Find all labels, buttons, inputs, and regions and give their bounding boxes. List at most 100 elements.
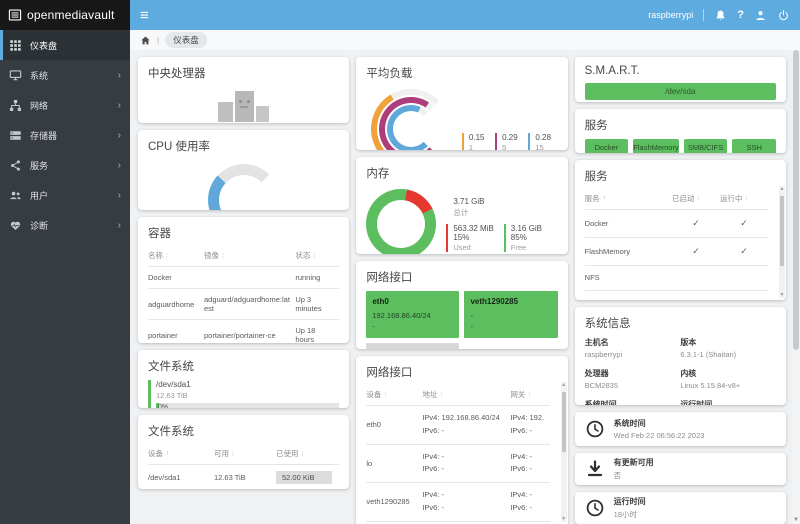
column-header[interactable]: 状态∶ [295, 250, 339, 261]
table-row[interactable]: Docker ✓ ✓ [585, 209, 768, 237]
network-interfaces-table: 设备∶ 地址∶ 网关∶ eth0 IPv4: 192.168.86.40/24I… [366, 386, 557, 524]
card-mini-title: 有更新可用 [614, 457, 654, 468]
sidebar-item-network[interactable]: 网络 › [0, 90, 130, 120]
load-legend: 0.15 1 min 0.29 5 min 0.28 15 min [462, 133, 558, 150]
filesystem-progress-bar: 0% [156, 403, 339, 408]
memory-card: 内存 3.71 GiB 总计 563.32 MiB 15% [356, 157, 567, 254]
network-interfaces-status-card: 网络接口 eth0 192.168.86.40/24 - veth1290285… [356, 261, 567, 349]
app-logo[interactable]: openmediavault [0, 0, 130, 30]
breadcrumb: | 仪表盘 [130, 30, 800, 50]
chevron-right-icon: › [118, 190, 121, 201]
table-row[interactable]: wlan0 IPv4: -IPv6: - IPv4: -IPv6: - [366, 521, 549, 524]
column-header[interactable]: 镜像∶ [204, 250, 295, 261]
legend-item-15min: 0.28 15 min [528, 133, 557, 150]
column-header[interactable]: 已启动∶ [672, 193, 720, 204]
storage-icon [9, 129, 22, 142]
column-1: 中央处理器 CPU 使用率 65.8% 容器 [138, 57, 349, 524]
sidebar-nav: 仪表盘 系统 › 网络 › 存储器 › 服务 [0, 30, 130, 524]
sidebar-item-label: 服务 [30, 159, 48, 172]
interface-box-wlan0[interactable]: wlan0 - - [366, 343, 459, 350]
home-icon[interactable] [140, 35, 151, 46]
sidebar-item-storage[interactable]: 存储器 › [0, 120, 130, 150]
logo-text: openmediavault [27, 8, 115, 22]
clock-icon [585, 498, 605, 518]
system-time-card: 系统时间 Wed Feb 22 06:56:22 2023 [575, 412, 786, 446]
uptime-card: 运行时间 18小时 [575, 492, 786, 524]
topbar-divider [703, 9, 704, 21]
breadcrumb-current[interactable]: 仪表盘 [165, 32, 207, 48]
table-scrollbar[interactable]: ▲ ▼ [779, 186, 785, 298]
table-row[interactable]: FlashMemory ✓ ✓ [585, 237, 768, 265]
column-header[interactable]: 运行中∶ [720, 193, 768, 204]
card-title: S.M.A.R.T. [585, 65, 776, 77]
column-header[interactable]: 地址∶ [422, 389, 510, 400]
load-average-gauge [370, 89, 452, 150]
table-row[interactable]: portainer portainer/portainer-ce Up 18 h… [148, 319, 339, 343]
sidebar-item-label: 网络 [30, 99, 48, 112]
sidebar-item-diagnostics[interactable]: 诊断 › [0, 210, 130, 240]
check-icon: ✓ [672, 218, 720, 229]
smart-device-status[interactable]: /dev/sda [585, 83, 776, 100]
sidebar-item-users[interactable]: 用户 › [0, 180, 130, 210]
interface-box-veth1290285[interactable]: veth1290285 - - [464, 291, 557, 338]
card-title: 平均负载 [366, 65, 557, 81]
chevron-right-icon: › [118, 100, 121, 111]
users-icon [9, 189, 22, 202]
table-scrollbar[interactable]: ▲ ▼ [561, 382, 567, 522]
notifications-bell-icon[interactable] [714, 9, 727, 22]
memory-legend: 3.71 GiB 总计 563.32 MiB 15% Used 3.16 GiB [446, 197, 542, 252]
card-title: 网络接口 [366, 269, 557, 285]
column-header[interactable]: 已使用∶ [276, 448, 339, 459]
table-row[interactable]: adguardhome adguard/adguardhome:latest U… [148, 288, 339, 319]
filesystem-table-card: 文件系统 设备↑ 可用∶ 已使用∶ /dev/sda1 12.63 TiB 52… [138, 415, 349, 489]
network-icon [9, 99, 22, 112]
services-table-card: 服务 服务↑ 已启动∶ 运行中∶ Docker ✓ ✓ FlashMemory [575, 160, 786, 300]
table-row[interactable]: lo IPv4: -IPv6: - IPv4: -IPv6: - [366, 444, 549, 483]
column-2: 平均负载 0.15 1 min 0.29 5 m [356, 57, 567, 524]
card-title: 网络接口 [366, 364, 557, 380]
power-icon[interactable] [777, 9, 790, 22]
sidebar-item-dashboard[interactable]: 仪表盘 [0, 30, 130, 60]
service-badge-smbcifs[interactable]: SMB/CIFS [684, 139, 728, 152]
sidebar-item-services[interactable]: 服务 › [0, 150, 130, 180]
sidebar-item-system[interactable]: 系统 › [0, 60, 130, 90]
table-row[interactable]: /dev/sda1 12.63 TiB 52.00 KiB [148, 464, 339, 489]
menu-toggle-button[interactable]: ≡ [140, 8, 149, 23]
logo-icon [8, 8, 22, 22]
sidebar-item-label: 系统 [30, 69, 48, 82]
table-row[interactable]: RSync server [585, 290, 768, 300]
card-title: 中央处理器 [148, 65, 339, 81]
sort-icon: ∶ [222, 252, 224, 260]
chevron-right-icon: › [118, 70, 121, 81]
column-header-sorted[interactable]: 设备↑ [148, 448, 214, 459]
cpu-chip-icon [148, 87, 339, 123]
column-header[interactable]: 可用∶ [214, 448, 276, 459]
table-row[interactable]: NFS [585, 265, 768, 290]
column-header-sorted[interactable]: 服务↑ [585, 193, 672, 204]
interface-box-eth0[interactable]: eth0 192.168.86.40/24 - [366, 291, 459, 338]
service-badge-ssh[interactable]: SSH [732, 139, 776, 152]
user-menu-icon[interactable] [754, 9, 767, 22]
legend-item-5min: 0.29 5 min [495, 133, 520, 150]
help-icon[interactable]: ? [737, 9, 744, 21]
chevron-right-icon: › [118, 220, 121, 231]
sysinfo-system-time: 系统时间 Wed Feb 22 06:56:22 2023 [585, 399, 681, 405]
sort-icon: ∶ [384, 391, 386, 399]
sort-icon: ∶ [313, 252, 315, 260]
table-row[interactable]: veth1290285 IPv4: -IPv6: - IPv4: -IPv6: … [366, 482, 549, 521]
sort-icon: ∶ [528, 391, 530, 399]
table-row[interactable]: eth0 IPv4: 192.168.86.40/24IPv6: - IPv4:… [366, 405, 549, 444]
sort-icon: ∶ [440, 391, 442, 399]
column-header[interactable]: 名称∶ [148, 250, 204, 261]
column-header[interactable]: 网关∶ [510, 389, 549, 400]
topbar: ≡ raspberrypi ? [130, 0, 800, 30]
sort-icon: ∶ [232, 450, 234, 458]
column-header[interactable]: 设备∶ [366, 389, 422, 400]
sort-icon: ∶ [745, 194, 747, 202]
service-badge-flashmemory[interactable]: FlashMemory [633, 139, 678, 152]
service-badge-docker[interactable]: Docker [585, 139, 629, 152]
page-scrollbar[interactable]: ▼ [792, 50, 800, 524]
cpu-usage-gauge: 65.8% [208, 164, 280, 210]
card-title: 文件系统 [148, 423, 339, 439]
table-row[interactable]: Docker running [148, 266, 339, 288]
